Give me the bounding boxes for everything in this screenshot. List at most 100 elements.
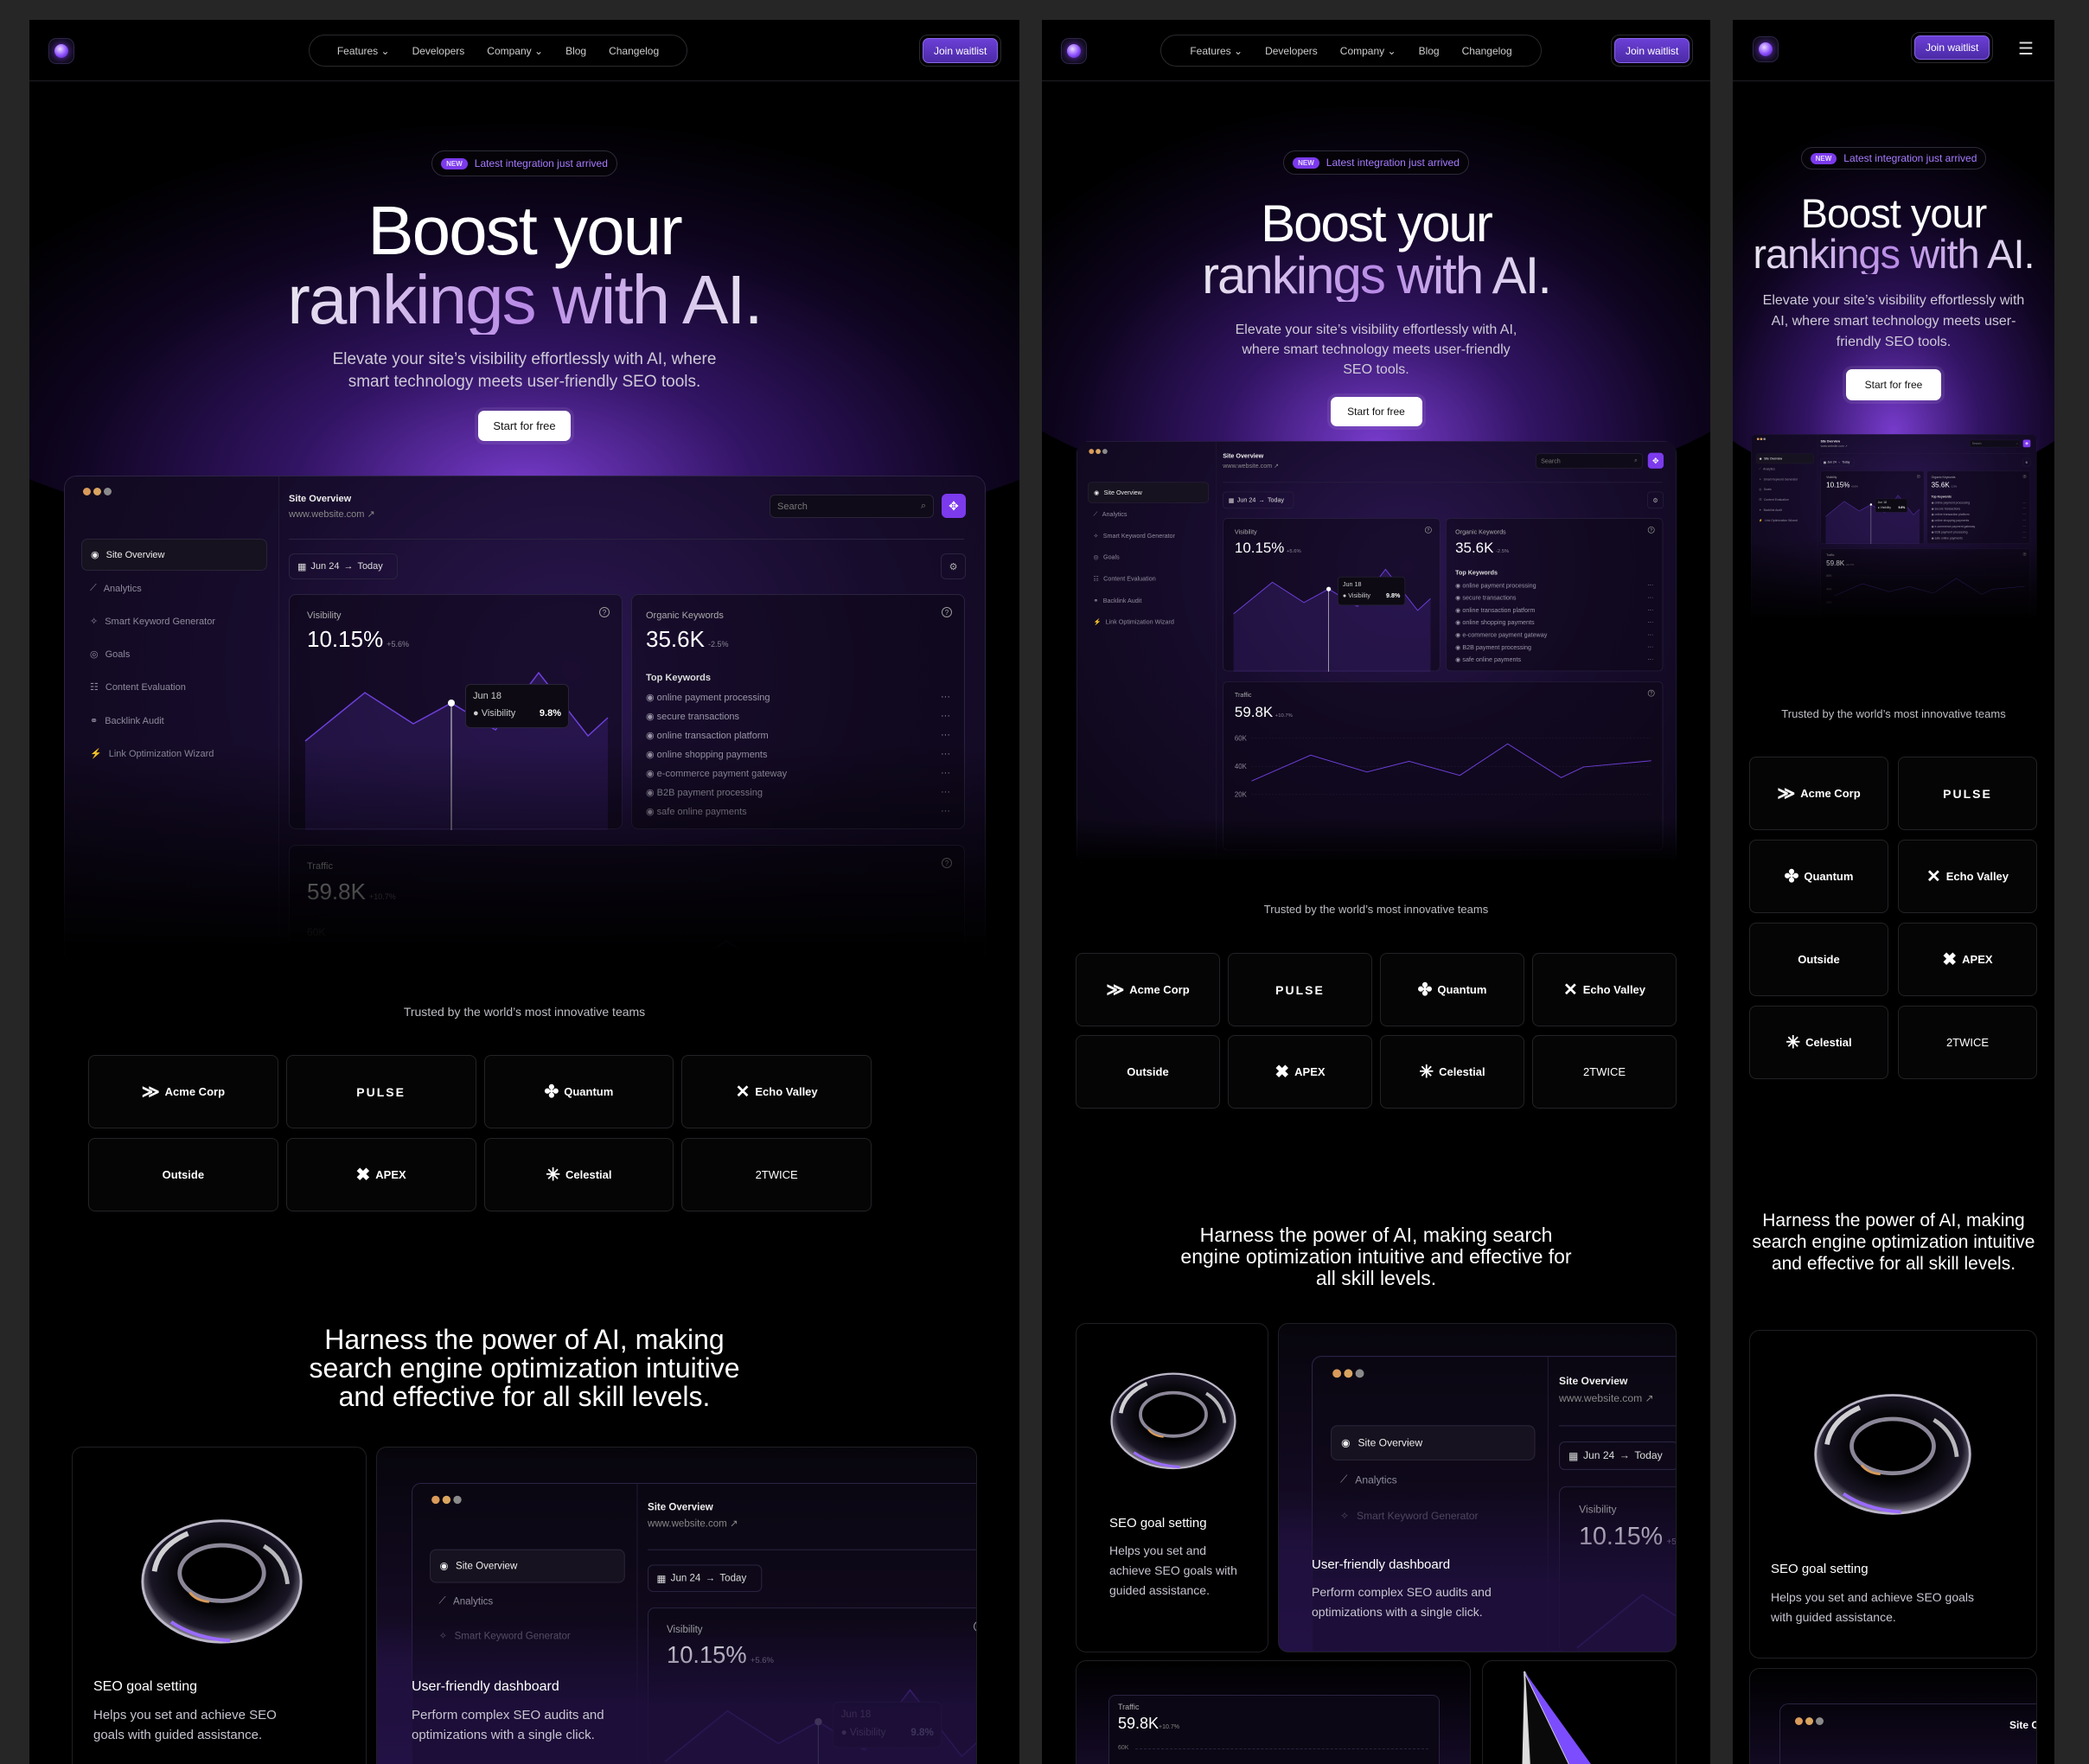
sidebar-item-goals[interactable]: ◎ Goals [1756, 484, 1814, 494]
keyword-row[interactable]: ◉ secure transactions ··· [1932, 507, 2026, 510]
sidebar-item-backlink-audit[interactable]: ⚭ Backlink Audit [81, 705, 267, 737]
search-input[interactable]: Search ⌕ [1536, 453, 1643, 469]
more-icon[interactable]: ··· [1647, 631, 1653, 638]
nav-item-company[interactable]: Company ⌄ [487, 45, 543, 57]
settings-button[interactable]: ⚙ [2022, 457, 2031, 467]
sidebar-item-site-overview[interactable]: ◉ Site Overview [1088, 482, 1209, 503]
settings-button[interactable]: ⚙ [1647, 491, 1664, 509]
date-range-picker[interactable]: ▦ Jun 24 → Today [1820, 457, 1855, 467]
sidebar-item-analytics[interactable]: ⟋ Analytics [1756, 464, 1814, 474]
site-url-link[interactable]: www.website.com ↗ [648, 1518, 738, 1530]
keyword-row[interactable]: ◉ e-commerce payment gateway ··· [1932, 525, 2026, 528]
keyword-row[interactable]: ◉ online transaction platform ··· [1932, 513, 2026, 516]
sidebar-item-link-optimization-wizard[interactable]: ⚡ Link Optimization Wizard [1756, 515, 1814, 525]
site-url-link[interactable]: www.website.com ↗ [1821, 444, 1848, 448]
ai-assistant-button[interactable]: ✥ [2022, 439, 2031, 448]
announcement-badge[interactable]: NEW Latest integration just arrived [1800, 147, 1987, 169]
keyword-row[interactable]: ◉ online payment processing ··· [1932, 502, 2026, 505]
settings-button[interactable]: ⚙ [941, 553, 966, 579]
more-icon[interactable]: ··· [941, 749, 950, 760]
brand-logo[interactable] [1061, 38, 1087, 64]
sidebar-item-site-overview[interactable]: ◉ Site Overview [1756, 453, 1814, 464]
sidebar-item-analytics[interactable]: ⟋ Analytics [81, 572, 267, 604]
search-input[interactable]: Search ⌕ [1969, 439, 2021, 448]
help-icon[interactable]: ? [942, 858, 952, 868]
nav-item-developers[interactable]: Developers [1265, 45, 1318, 57]
more-icon[interactable]: ··· [1647, 606, 1653, 613]
keyword-row[interactable]: ◉ safe online payments ··· [646, 806, 950, 817]
more-icon[interactable]: ··· [2022, 525, 2025, 528]
date-range-picker[interactable]: ▦ Jun 24 → Today [1223, 491, 1294, 509]
site-url-link[interactable]: www.website.com ↗ [1559, 1392, 1654, 1404]
site-url-link[interactable]: www.website.com ↗ [289, 508, 375, 520]
announcement-badge[interactable]: NEW Latest integration just arrived [1283, 150, 1469, 175]
keyword-row[interactable]: ◉ online shopping payments ··· [1455, 619, 1653, 626]
sidebar-item-goals[interactable]: ◎ Goals [81, 638, 267, 670]
keyword-row[interactable]: ◉ B2B payment processing ··· [1932, 531, 2026, 534]
help-icon[interactable]: ? [2022, 553, 2027, 556]
keyword-row[interactable]: ◉ online payment processing ··· [1455, 582, 1653, 589]
nav-item-changelog[interactable]: Changelog [1462, 45, 1512, 57]
ai-assistant-button[interactable]: ✥ [1647, 452, 1664, 469]
sidebar-item-link-optimization-wizard[interactable]: ⚡ Link Optimization Wizard [81, 738, 267, 770]
ai-assistant-button[interactable]: ✥ [942, 494, 966, 518]
sidebar-item-analytics[interactable]: ⟋ Analytics [1088, 504, 1209, 525]
more-icon[interactable]: ··· [941, 768, 950, 779]
keyword-row[interactable]: ◉ online payment processing ··· [646, 692, 950, 703]
sidebar-item-site-overview[interactable]: ◉ Site Overview [1331, 1425, 1536, 1460]
keyword-row[interactable]: ◉ secure transactions ··· [1455, 594, 1653, 601]
sidebar-item-content-evaluation[interactable]: ☷ Content Evaluation [1756, 495, 1814, 504]
keyword-row[interactable]: ◉ secure transactions ··· [646, 711, 950, 722]
nav-item-company[interactable]: Company ⌄ [1340, 45, 1396, 57]
more-icon[interactable]: ··· [2022, 507, 2025, 510]
date-range-picker[interactable]: ▦ Jun 24 → Today [648, 1564, 763, 1592]
more-icon[interactable]: ··· [941, 730, 950, 741]
keyword-row[interactable]: ◉ online shopping payments ··· [646, 749, 950, 760]
keyword-row[interactable]: ◉ B2B payment processing ··· [1455, 643, 1653, 650]
keyword-row[interactable]: ◉ safe online payments ··· [1932, 536, 2026, 540]
keyword-row[interactable]: ◉ online transaction platform ··· [646, 730, 950, 741]
more-icon[interactable]: ··· [1647, 594, 1653, 601]
start-for-free-button[interactable]: Start for free [1846, 369, 1941, 400]
more-icon[interactable]: ··· [1647, 643, 1653, 650]
more-icon[interactable]: ··· [941, 787, 950, 798]
more-icon[interactable]: ··· [941, 711, 950, 722]
more-icon[interactable]: ··· [2022, 531, 2025, 534]
more-icon[interactable]: ··· [2022, 502, 2025, 505]
more-icon[interactable]: ··· [2022, 513, 2025, 516]
sidebar-item-smart-keyword-generator[interactable]: ✧Smart Keyword Generator [81, 605, 267, 637]
sidebar-item-smart-keyword-generator[interactable]: ✧Smart Keyword Generator [1088, 526, 1209, 546]
nav-item-blog[interactable]: Blog [1419, 45, 1440, 57]
more-icon[interactable]: ··· [1647, 582, 1653, 589]
nav-item-developers[interactable]: Developers [412, 45, 465, 57]
help-icon[interactable]: ? [2022, 475, 2027, 478]
sidebar-item-content-evaluation[interactable]: ☷ Content Evaluation [1088, 568, 1209, 589]
keyword-row[interactable]: ◉ safe online payments ··· [1455, 656, 1653, 663]
search-input[interactable]: Search ⌕ [770, 495, 934, 518]
nav-item-features[interactable]: Features ⌄ [1190, 45, 1243, 57]
nav-item-blog[interactable]: Blog [565, 45, 586, 57]
brand-logo[interactable] [1753, 36, 1779, 62]
keyword-row[interactable]: ◉ online shopping payments ··· [1932, 519, 2026, 522]
sidebar-item-site-overview[interactable]: ◉ Site Overview [430, 1549, 625, 1583]
sidebar-item-backlink-audit[interactable]: ⚭ Backlink Audit [1756, 505, 1814, 514]
start-for-free-button[interactable]: Start for free [1330, 397, 1422, 426]
brand-logo[interactable] [48, 38, 74, 64]
site-url-link[interactable]: www.website.com ↗ [1223, 463, 1279, 470]
sidebar-item-link-optimization-wizard[interactable]: ⚡ Link Optimization Wizard [1088, 611, 1209, 632]
sidebar-item-content-evaluation[interactable]: ☷ Content Evaluation [81, 671, 267, 703]
join-waitlist-button[interactable]: Join waitlist [1914, 35, 1990, 60]
date-range-picker[interactable]: ▦ Jun 24 → Today [1559, 1441, 1676, 1470]
more-icon[interactable]: ··· [1647, 656, 1653, 663]
date-range-picker[interactable]: ▦ Jun 24 → Today [289, 553, 398, 579]
keyword-row[interactable]: ◉ e-commerce payment gateway ··· [1455, 631, 1653, 638]
sidebar-item-site-overview[interactable]: ◉ Site Overview [81, 539, 267, 571]
help-icon[interactable]: ? [942, 607, 952, 617]
keyword-row[interactable]: ◉ B2B payment processing ··· [646, 787, 950, 798]
more-icon[interactable]: ··· [1647, 619, 1653, 626]
announcement-badge[interactable]: NEW Latest integration just arrived [431, 150, 617, 176]
more-icon[interactable]: ··· [941, 692, 950, 703]
start-for-free-button[interactable]: Start for free [478, 411, 571, 441]
nav-item-features[interactable]: Features ⌄ [337, 45, 390, 57]
sidebar-item-analytics[interactable]: ⟋ Analytics [430, 1585, 625, 1619]
